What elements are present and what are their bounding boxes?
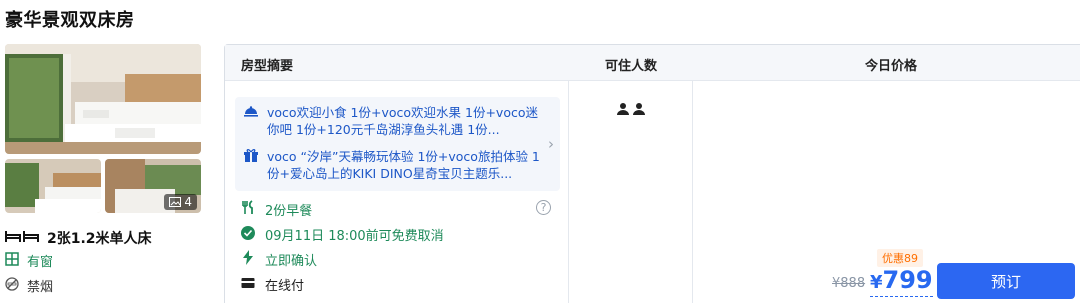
original-price: ¥888 (832, 276, 866, 291)
no-smoking-icon (5, 276, 19, 295)
smoking-label: 禁烟 (27, 280, 54, 295)
room-photo-thumbnail-2[interactable]: 4 (105, 159, 201, 213)
bed-icon (5, 229, 39, 247)
instant-confirm-label: 立即确认 (265, 254, 318, 269)
guests-indicator (617, 101, 645, 120)
chevron-right-icon[interactable]: › (548, 135, 554, 153)
rate-table: 房型摘要 可住人数 今日价格 voco欢迎小食 1份+voco欢迎水果 1份+v… (224, 44, 1080, 303)
price-value: 799 (882, 266, 933, 294)
smoking-info: 禁烟 (5, 276, 53, 295)
header-guests: 可住人数 (605, 59, 658, 74)
window-icon (5, 251, 19, 270)
person-icon (633, 101, 645, 120)
payment-info: 在线付 (241, 275, 304, 294)
current-price[interactable]: ¥799 (870, 267, 933, 297)
image-icon (169, 197, 182, 207)
photo-count-badge[interactable]: 4 (164, 194, 197, 210)
window-info: 有窗 (5, 251, 53, 270)
dining-cloche-icon (243, 104, 259, 138)
package-text: voco欢迎小食 1份+voco欢迎水果 1份+voco迷你吧 1份+120元千… (267, 105, 538, 137)
credit-card-icon (241, 277, 255, 293)
room-photo-thumbnail-1[interactable] (5, 159, 101, 213)
gift-icon (243, 148, 259, 182)
package-text: voco “汐岸”天幕畅玩体验 1份+voco旅拍体验 1份+爱心岛上的KIKI… (267, 149, 540, 181)
person-icon (617, 101, 629, 120)
help-icon[interactable]: ? (536, 200, 551, 215)
bed-info: 2张1.2米单人床 (5, 228, 152, 248)
header-price: 今日价格 (865, 59, 918, 74)
column-divider (568, 81, 569, 303)
table-header: 房型摘要 可住人数 今日价格 (225, 45, 1080, 81)
instant-confirm-info: 立即确认 (241, 250, 317, 269)
column-divider (692, 81, 693, 303)
breakfast-info: 2份早餐 (241, 200, 312, 219)
window-label: 有窗 (27, 255, 54, 270)
payment-label: 在线付 (265, 279, 305, 294)
header-room-summary: 房型摘要 (241, 59, 294, 74)
book-button[interactable]: 预订 (937, 263, 1075, 299)
breakfast-label: 2份早餐 (265, 204, 313, 219)
package-item: voco欢迎小食 1份+voco欢迎水果 1份+voco迷你吧 1份+120元千… (243, 104, 543, 138)
room-title: 豪华景观双床房 (5, 10, 135, 31)
package-box[interactable]: voco欢迎小食 1份+voco欢迎水果 1份+voco迷你吧 1份+120元千… (235, 97, 560, 191)
discount-badge: 优惠89 (877, 249, 923, 267)
package-item: voco “汐岸”天幕畅玩体验 1份+voco旅拍体验 1份+爱心岛上的KIKI… (243, 148, 543, 182)
room-photo-main[interactable] (5, 44, 201, 154)
bed-label: 2张1.2米单人床 (47, 231, 152, 247)
cancellation-info: 09月11日 18:00前可免费取消 (241, 225, 444, 244)
cancellation-label[interactable]: 09月11日 18:00前可免费取消 (265, 225, 444, 244)
currency-symbol: ¥ (870, 272, 883, 293)
lightning-icon (241, 250, 255, 269)
fork-knife-icon (241, 200, 255, 219)
photo-count: 4 (184, 195, 192, 209)
check-circle-icon (241, 225, 255, 244)
